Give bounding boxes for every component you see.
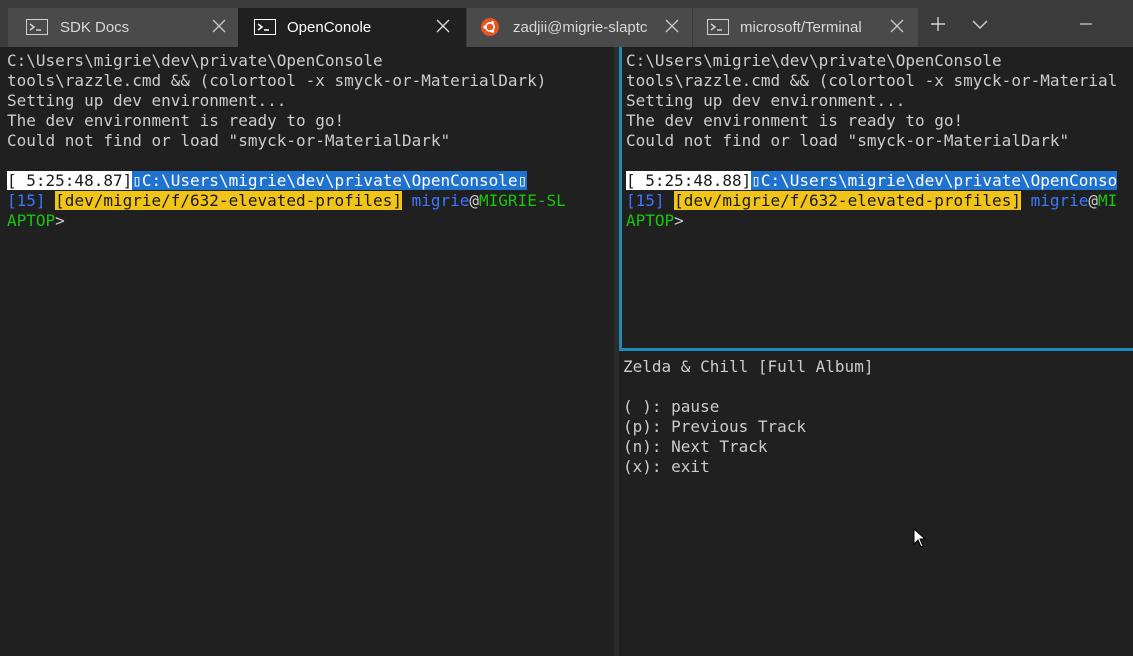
close-icon[interactable] bbox=[211, 18, 227, 34]
prompt-branch: [dev/migrie/f/632-elevated-profiles] bbox=[674, 191, 1021, 210]
tab-openconole[interactable]: OpenConole bbox=[238, 8, 466, 47]
new-tab-button[interactable] bbox=[928, 14, 948, 34]
prompt-timestamp: [ 5:25:48.88] bbox=[626, 171, 752, 190]
output-line: The dev environment is ready to go! bbox=[626, 111, 964, 130]
prompt-host-wrap: APTOP bbox=[7, 211, 56, 230]
tab-label: microsoft/Terminal bbox=[740, 19, 862, 36]
minimize-icon bbox=[1080, 23, 1092, 25]
prompt-host: MI bbox=[1098, 191, 1118, 210]
player-option: (n): Next Track bbox=[623, 437, 768, 456]
prompt-char: > bbox=[674, 211, 684, 230]
close-icon[interactable] bbox=[664, 18, 680, 34]
output-line: C:\Users\migrie\dev\private\OpenConsole bbox=[626, 51, 1002, 70]
prompt-user: migrie bbox=[1030, 191, 1089, 210]
prompt-count: [15] bbox=[626, 191, 665, 210]
chevron-down-icon bbox=[972, 20, 988, 29]
close-icon[interactable] bbox=[889, 18, 905, 34]
prompt-user: migrie bbox=[411, 191, 470, 210]
close-icon[interactable] bbox=[435, 18, 451, 34]
prompt-path: ▯C:\Users\migrie\dev\private\OpenConsole… bbox=[132, 171, 528, 190]
player-option: ( ): pause bbox=[623, 397, 720, 416]
prompt-host: MIGRIE-SL bbox=[479, 191, 566, 210]
prompt-timestamp: [ 5:25:48.87] bbox=[7, 171, 133, 190]
output-line: Could not find or load "smyck-or-Materia… bbox=[626, 131, 1070, 150]
tab-label: zadjii@migrie-slaptc bbox=[513, 19, 648, 36]
output-line: Setting up dev environment... bbox=[7, 91, 287, 110]
prompt-path: ▯C:\Users\migrie\dev\private\OpenConso bbox=[751, 171, 1118, 190]
output-line: tools\razzle.cmd && (colortool -x smyck-… bbox=[7, 71, 547, 90]
tab-microsoft-terminal[interactable]: microsoft/Terminal bbox=[692, 8, 918, 47]
output-line: The dev environment is ready to go! bbox=[7, 111, 345, 130]
tab-dropdown-button[interactable] bbox=[970, 14, 990, 34]
terminal-pane-right-top[interactable]: C:\Users\migrie\dev\private\OpenConsole … bbox=[619, 47, 1133, 351]
mouse-pointer-icon bbox=[913, 527, 927, 552]
prompt-at: @ bbox=[1088, 191, 1099, 210]
prompt-char: > bbox=[55, 211, 65, 230]
ubuntu-icon bbox=[481, 18, 499, 36]
output-line: Setting up dev environment... bbox=[626, 91, 906, 110]
terminal-pane-left[interactable]: C:\Users\migrie\dev\private\OpenConsole … bbox=[0, 47, 614, 656]
output-line: tools\razzle.cmd && (colortool -x smyck-… bbox=[626, 71, 1118, 90]
tab-label: SDK Docs bbox=[60, 19, 130, 36]
player-option: (p): Previous Track bbox=[623, 417, 807, 436]
terminal-pane-right-bottom[interactable]: Zelda & Chill [Full Album] ( ): pause (p… bbox=[619, 351, 1133, 656]
terminal-icon bbox=[707, 19, 729, 35]
tab-zadjii[interactable]: zadjii@migrie-slaptc bbox=[466, 8, 692, 47]
prompt-count: [15] bbox=[7, 191, 46, 210]
minimize-button[interactable] bbox=[1076, 14, 1096, 34]
tab-bar: SDK Docs OpenConole zadjii@migrie-slaptc… bbox=[0, 0, 1133, 47]
tab-label: OpenConole bbox=[287, 19, 372, 36]
player-title: Zelda & Chill [Full Album] bbox=[623, 357, 874, 376]
terminal-icon bbox=[254, 19, 276, 35]
player-option: (x): exit bbox=[623, 457, 710, 476]
output-line: C:\Users\migrie\dev\private\OpenConsole bbox=[7, 51, 383, 70]
output-line: Could not find or load "smyck-or-Materia… bbox=[7, 131, 451, 150]
plus-icon bbox=[931, 17, 945, 31]
terminal-icon bbox=[26, 19, 48, 35]
prompt-host-wrap: APTOP bbox=[626, 211, 675, 230]
prompt-at: @ bbox=[469, 191, 480, 210]
prompt-branch: [dev/migrie/f/632-elevated-profiles] bbox=[55, 191, 402, 210]
tab-sdk-docs[interactable]: SDK Docs bbox=[8, 8, 238, 47]
